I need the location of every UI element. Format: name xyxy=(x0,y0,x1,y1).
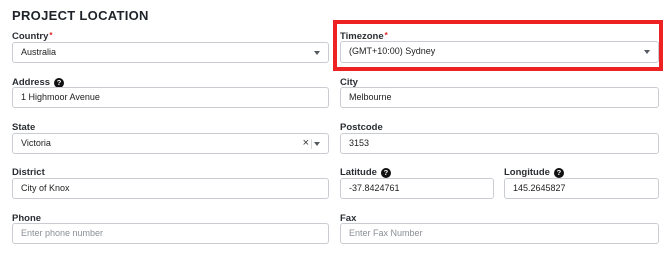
state-label: State xyxy=(12,122,36,133)
timezone-highlight-box xyxy=(333,20,663,71)
longitude-value: 145.2645827 xyxy=(513,183,566,193)
section-title: PROJECT LOCATION xyxy=(12,8,149,23)
latitude-value: -37.8424761 xyxy=(349,183,400,193)
phone-placeholder: Enter phone number xyxy=(21,228,104,238)
address-value: 1 Highmoor Avenue xyxy=(21,92,100,102)
address-input[interactable]: 1 Highmoor Avenue xyxy=(12,87,329,108)
district-label: District xyxy=(12,167,45,178)
required-mark: * xyxy=(49,31,53,40)
clear-separator xyxy=(311,139,312,149)
district-value: City of Knox xyxy=(21,183,70,193)
country-label-text: Country xyxy=(12,31,49,42)
fax-input[interactable]: Enter Fax Number xyxy=(340,223,659,244)
postcode-value: 3153 xyxy=(349,138,370,148)
city-value: Melbourne xyxy=(349,92,392,102)
postcode-label: Postcode xyxy=(340,122,383,133)
district-input[interactable]: City of Knox xyxy=(12,178,329,199)
state-value: Victoria xyxy=(21,138,51,148)
close-icon[interactable]: × xyxy=(303,134,309,153)
latitude-input[interactable]: -37.8424761 xyxy=(340,178,494,199)
fax-placeholder: Enter Fax Number xyxy=(349,228,423,238)
help-icon[interactable]: ? xyxy=(553,168,564,178)
country-value: Australia xyxy=(21,47,57,57)
chevron-down-icon xyxy=(314,142,320,146)
phone-input[interactable]: Enter phone number xyxy=(12,223,329,244)
latitude-label: Latitude? xyxy=(340,167,391,178)
city-input[interactable]: Melbourne xyxy=(340,87,659,108)
country-label: Country* xyxy=(12,31,53,42)
chevron-down-icon xyxy=(314,51,320,55)
longitude-label: Longitude? xyxy=(504,167,564,178)
longitude-input[interactable]: 145.2645827 xyxy=(504,178,659,199)
latitude-label-text: Latitude xyxy=(340,167,377,178)
postcode-input[interactable]: 3153 xyxy=(340,133,659,154)
longitude-label-text: Longitude xyxy=(504,167,550,178)
help-icon[interactable]: ? xyxy=(380,168,391,178)
country-select[interactable]: Australia xyxy=(12,42,329,63)
state-select[interactable]: Victoria × xyxy=(12,133,329,154)
